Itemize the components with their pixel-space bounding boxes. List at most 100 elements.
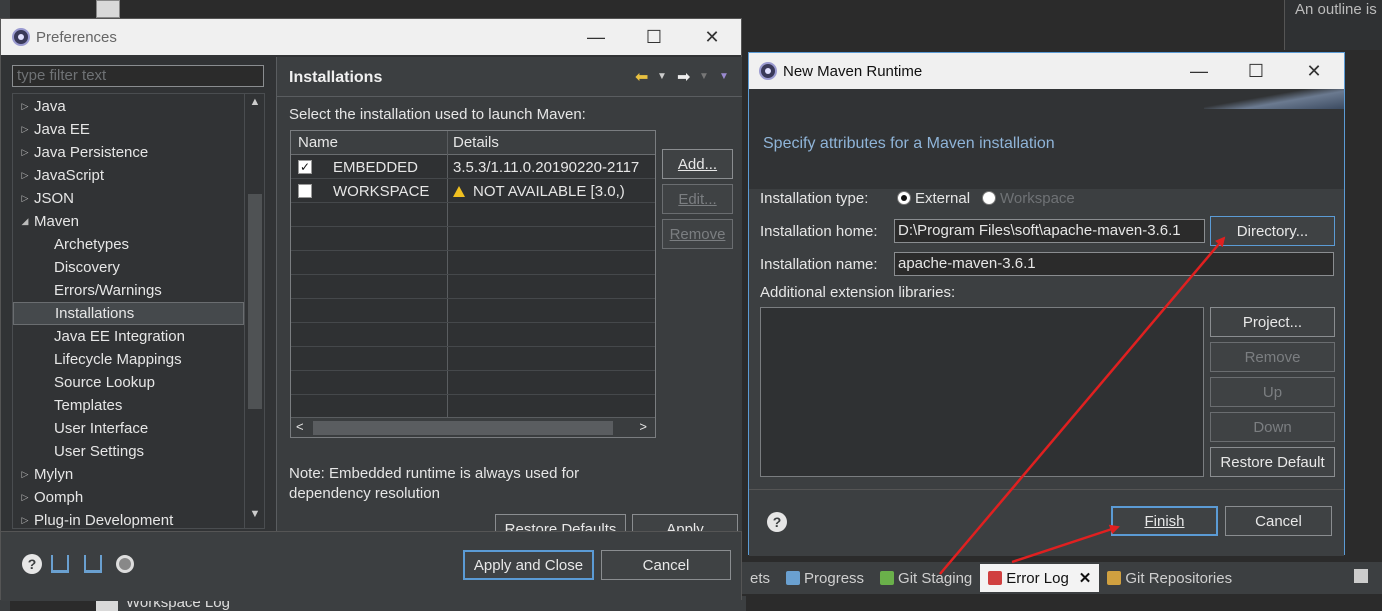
expand-arrow-icon[interactable]: ▷ xyxy=(17,147,33,158)
tree-item-archetypes[interactable]: Archetypes xyxy=(13,233,244,256)
tree-item-label: Lifecycle Mappings xyxy=(54,351,182,368)
installation-home-field[interactable]: D:\Program Files\soft\apache-maven-3.6.1 xyxy=(894,219,1205,243)
progress-icon xyxy=(786,571,801,585)
remove-button-label: Remove xyxy=(1244,348,1301,366)
tree-item-java[interactable]: ▷ Java xyxy=(13,95,244,118)
restore-default-button[interactable]: Restore Default xyxy=(1210,447,1335,477)
additional-libraries-label: Additional extension libraries: xyxy=(760,284,956,301)
tab-error-log[interactable]: Error Log ✕ xyxy=(980,564,1100,592)
finish-button[interactable]: Finish xyxy=(1111,506,1218,536)
forward-arrow-icon[interactable]: ➡ xyxy=(677,67,690,87)
outline-panel-text: An outline is xyxy=(1295,1,1377,18)
help-icon[interactable]: ? xyxy=(767,512,787,532)
tree-item-label: JSON xyxy=(34,190,75,207)
cancel-button[interactable]: Cancel xyxy=(1225,506,1332,536)
radio-workspace[interactable]: Workspace xyxy=(982,190,1075,207)
tree-item-java-ee-integration[interactable]: Java EE Integration xyxy=(13,325,244,348)
expand-arrow-icon[interactable]: ▷ xyxy=(17,469,33,480)
back-arrow-icon[interactable]: ⬅ xyxy=(635,67,648,87)
expand-arrow-icon[interactable]: ▷ xyxy=(17,193,33,204)
tree-item-errors-warnings[interactable]: Errors/Warnings xyxy=(13,279,244,302)
scroll-down-icon[interactable]: ▼ xyxy=(245,508,264,526)
tree-item-label: JavaScript xyxy=(34,167,105,184)
maven-dialog-title: New Maven Runtime xyxy=(783,62,923,80)
apply-and-close-button[interactable]: Apply and Close xyxy=(463,550,594,580)
import-icon[interactable] xyxy=(51,555,69,573)
close-icon[interactable]: ✕ xyxy=(689,19,735,55)
edit-button[interactable]: Edit... xyxy=(662,184,733,214)
directory-button[interactable]: Directory... xyxy=(1210,216,1335,246)
table-row-empty xyxy=(291,227,655,251)
tree-item-user-settings[interactable]: User Settings xyxy=(13,440,244,463)
tab-progress[interactable]: Progress xyxy=(778,564,872,592)
remove-button[interactable]: Remove xyxy=(662,219,733,249)
ide-view-tabbar: ets Progress Git Staging Error Log ✕ Git … xyxy=(742,562,1382,594)
cancel-button[interactable]: Cancel xyxy=(601,550,731,580)
tree-item-discovery[interactable]: Discovery xyxy=(13,256,244,279)
tree-item-java-ee[interactable]: ▷ Java EE xyxy=(13,118,244,141)
tree-item-templates[interactable]: Templates xyxy=(13,394,244,417)
table-row[interactable]: WORKSPACE NOT AVAILABLE [3.0,) xyxy=(291,179,655,203)
radio-external[interactable]: External xyxy=(897,190,970,207)
down-button[interactable]: Down xyxy=(1210,412,1335,442)
radio-workspace-icon[interactable] xyxy=(982,191,996,205)
tree-item-lifecycle-mappings[interactable]: Lifecycle Mappings xyxy=(13,348,244,371)
scroll-thumb[interactable] xyxy=(248,194,262,409)
tree-scrollbar[interactable]: ▲ ▼ xyxy=(244,94,264,528)
close-icon[interactable]: ✕ xyxy=(1291,53,1337,89)
tab-git-repositories[interactable]: Git Repositories xyxy=(1099,564,1240,592)
tree-item-source-lookup[interactable]: Source Lookup xyxy=(13,371,244,394)
tree-item-plug-in-development[interactable]: ▷ Plug-in Development xyxy=(13,509,244,528)
scroll-left-icon[interactable]: < xyxy=(296,419,304,434)
checkbox-workspace[interactable] xyxy=(298,184,312,198)
expand-arrow-icon[interactable]: ▷ xyxy=(17,124,33,135)
tree-item-installations[interactable]: Installations xyxy=(13,302,244,325)
tree-item-maven[interactable]: ◢ Maven xyxy=(13,210,244,233)
extension-libraries-list[interactable] xyxy=(760,307,1204,477)
close-icon[interactable]: ✕ xyxy=(1079,569,1092,587)
row-details: NOT AVAILABLE [3.0,) xyxy=(473,183,625,200)
installation-name-field[interactable]: apache-maven-3.6.1 xyxy=(894,252,1334,276)
git-staging-icon xyxy=(880,571,895,585)
tree-item-user-interface[interactable]: User Interface xyxy=(13,417,244,440)
scroll-right-icon[interactable]: > xyxy=(639,419,647,434)
tree-item-java-persistence[interactable]: ▷ Java Persistence xyxy=(13,141,244,164)
back-menu-icon[interactable]: ▼ xyxy=(657,71,667,82)
tree-item-oomph[interactable]: ▷ Oomph xyxy=(13,486,244,509)
help-icon[interactable]: ? xyxy=(22,554,42,574)
project-button[interactable]: Project... xyxy=(1210,307,1335,337)
add-button[interactable]: Add... xyxy=(662,149,733,179)
tab-ets[interactable]: ets xyxy=(742,564,778,592)
minimize-icon[interactable]: — xyxy=(573,19,619,55)
expand-arrow-icon[interactable]: ▷ xyxy=(17,170,33,181)
collapse-arrow-icon[interactable]: ◢ xyxy=(17,216,33,227)
expand-arrow-icon[interactable]: ▷ xyxy=(17,492,33,503)
tree-item-mylyn[interactable]: ▷ Mylyn xyxy=(13,463,244,486)
view-menu-icon[interactable]: ▼ xyxy=(719,71,729,82)
expand-arrow-icon[interactable]: ▷ xyxy=(17,515,33,526)
tree-item-json[interactable]: ▷ JSON xyxy=(13,187,244,210)
up-button[interactable]: Up xyxy=(1210,377,1335,407)
scroll-up-icon[interactable]: ▲ xyxy=(245,96,264,114)
export-icon[interactable] xyxy=(84,555,102,573)
minimize-icon[interactable]: — xyxy=(1176,53,1222,89)
preferences-tree[interactable]: ▷ Java ▷ Java EE ▷ Java Persistence ▷ JavaScrip… xyxy=(12,93,265,529)
tab-git-staging[interactable]: Git Staging xyxy=(872,564,980,592)
oomph-preference-icon[interactable] xyxy=(116,555,134,573)
installations-table[interactable]: Name Details ✓ EMBEDDED 3.5.3/1.11.0.201… xyxy=(290,130,656,438)
hscroll-thumb[interactable] xyxy=(313,421,613,435)
table-hscrollbar[interactable]: < > xyxy=(291,417,655,437)
maximize-icon[interactable]: ☐ xyxy=(631,19,677,55)
tree-item-javascript[interactable]: ▷ JavaScript xyxy=(13,164,244,187)
checkbox-embedded[interactable]: ✓ xyxy=(298,160,312,174)
forward-menu-icon[interactable]: ▼ xyxy=(699,71,709,82)
radio-external-icon[interactable] xyxy=(897,191,911,205)
maximize-icon[interactable]: ☐ xyxy=(1233,53,1279,89)
table-row[interactable]: ✓ EMBEDDED 3.5.3/1.11.0.20190220-2117 xyxy=(291,155,655,179)
expand-arrow-icon[interactable]: ▷ xyxy=(17,101,33,112)
view-menu-icon[interactable] xyxy=(1354,569,1368,583)
remove-button[interactable]: Remove xyxy=(1210,342,1335,372)
column-details-header[interactable]: Details xyxy=(453,134,499,151)
column-name-header[interactable]: Name xyxy=(298,134,338,151)
filter-input[interactable]: type filter text xyxy=(12,65,264,87)
